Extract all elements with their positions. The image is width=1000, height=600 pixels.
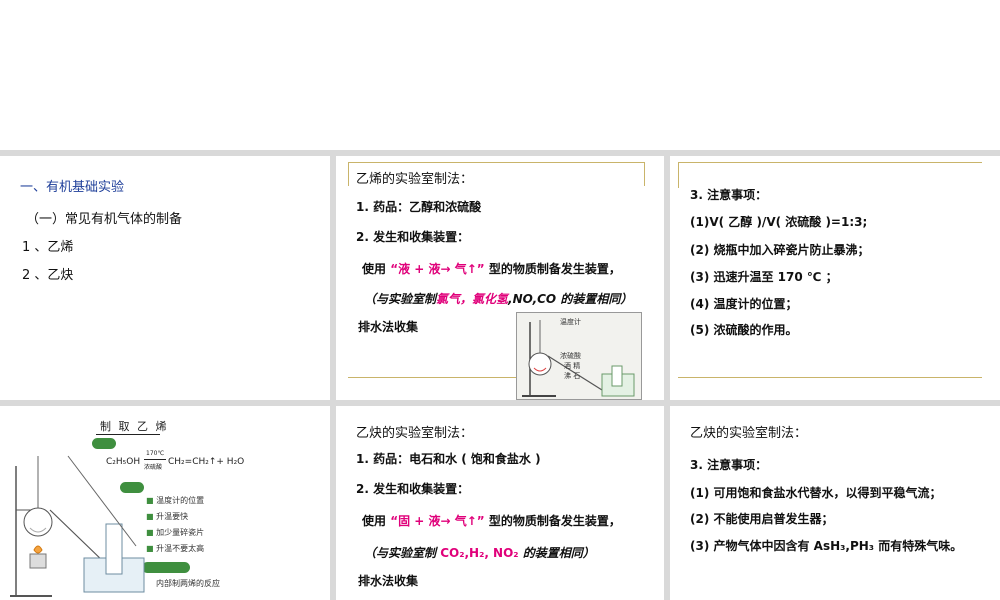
slide1-item-ethylene: 1 、乙烯 (22, 240, 74, 255)
slide4-title-underline (96, 434, 160, 435)
slide6-line2: (1) 可用饱和食盐水代替水，以得到平稳气流； (690, 486, 942, 500)
slide3-title: 3. 注意事项： (690, 188, 768, 202)
label-acid: 浓硫酸 (560, 351, 581, 360)
slide4-note-4: ■ 升温不要太高 (146, 544, 205, 553)
ethylene-setup-drawing (10, 455, 145, 597)
slide5-line3: 使用 “固 + 液→ 气↑” 型的物质制备发生装置， (362, 512, 621, 529)
label-alcohol: 酒 精 (564, 361, 580, 370)
collection-tube (611, 365, 623, 387)
slide2-title: 乙烯的实验室制法： (356, 172, 474, 187)
slide4-note-1-text: 温度计的位置 (156, 496, 205, 505)
slide5-line4: （与实验室制 CO₂,H₂, NO₂ 的装置相同） (364, 544, 595, 561)
slide2-line4-prefix: （与实验室制 (364, 292, 437, 306)
slide5-line3-prefix: 使用 (362, 514, 387, 528)
slide6-line1: 3. 注意事项： (690, 458, 768, 472)
slide2-top-rule (348, 162, 644, 163)
slide6-line3: (2) 不能使用启普发生器； (690, 512, 834, 526)
slide4-green-tag-3 (142, 562, 190, 573)
ethylene-apparatus-figure: 温度计 浓硫酸 酒 精 沸 石 (516, 312, 642, 400)
slide4-reaction-right: CH₂=CH₂↑+ H₂O (168, 457, 245, 467)
slide1-heading: 一、有机基础实验 (20, 180, 125, 195)
slide3-bottom-rule (678, 377, 982, 378)
slide2-line4: （与实验室制氯气，氯化氢,NO,CO 的装置相同） (364, 290, 632, 307)
slide3-item-4: (4) 温度计的位置； (690, 297, 798, 311)
slide2-bottom-rule (348, 377, 516, 378)
slide2-left-tick (348, 162, 349, 186)
flask (528, 352, 552, 376)
slide5-line2: 2. 发生和收集装置： (356, 482, 470, 496)
slide3-item-1: (1)V( 乙醇 )/V( 浓硫酸 )=1:3; (690, 215, 868, 229)
slide3-item-3: (3) 迅速升温至 170 ℃ ； (690, 270, 838, 284)
slide2-line3-prefix: 使用 (362, 262, 387, 276)
slide5-line3-red: “固 + 液→ 气↑” (390, 514, 485, 528)
slide5-line5: 排水法收集 (358, 574, 419, 588)
slide4-bottom-note: 内部制两烯的反应 (156, 579, 220, 588)
slide2-right-tick (644, 162, 645, 186)
slide6-title: 乙炔的实验室制法： (690, 426, 808, 441)
slide2-line3: 使用 “液 + 液→ 气↑” 型的物质制备发生装置， (362, 260, 621, 277)
slide5-line4-red: CO₂,H₂, NO₂ (440, 546, 519, 560)
slide1-subheading: （一）常见有机气体的制备 (26, 212, 183, 227)
slide4-note-1: ■ 温度计的位置 (146, 496, 205, 505)
slide4-note-2-text: 升温要快 (156, 512, 189, 521)
slide-thumbnail-1[interactable]: 一、有机基础实验 （一）常见有机气体的制备 1 、乙烯 2 、乙炔 (0, 156, 330, 400)
slide-thumbnail-5[interactable]: 乙炔的实验室制法： 1. 药品：电石和水 ( 饱和食盐水 ) 2. 发生和收集装… (336, 406, 664, 600)
slide3-top-rule (678, 162, 982, 163)
slide4-note-3-text: 加少量碎瓷片 (156, 528, 205, 537)
slide-thumbnail-3[interactable]: 3. 注意事项： (1)V( 乙醇 )/V( 浓硫酸 )=1:3; (2) 烧瓶… (670, 156, 1000, 400)
slide5-line1: 1. 药品：电石和水 ( 饱和食盐水 ) (356, 452, 541, 466)
slide3-left-tick (678, 162, 679, 188)
slide-thumbnail-6[interactable]: 乙炔的实验室制法： 3. 注意事项： (1) 可用饱和食盐水代替水，以得到平稳气… (670, 406, 1000, 600)
slide6-line4: (3) 产物气体中因含有 AsH₃,PH₃ 而有特殊气味。 (690, 539, 963, 553)
slide-thumbnail-4[interactable]: 制 取 乙 烯 C₂H₅OH 170℃ 浓硫酸 CH₂=CH₂↑+ H₂O ■ … (0, 406, 330, 600)
slide1-item-acetylene: 2 、乙炔 (22, 268, 74, 283)
slide2-line1: 1. 药品：乙醇和浓硫酸 (356, 200, 482, 214)
slide-thumbnail-2[interactable]: 乙烯的实验室制法： 1. 药品：乙醇和浓硫酸 2. 发生和收集装置： 使用 “液… (336, 156, 664, 400)
slide2-line2: 2. 发生和收集装置： (356, 230, 470, 244)
slide5-line4-prefix: （与实验室制 (364, 546, 437, 560)
slide2-line4-suffix: ,NO,CO 的装置相同） (508, 292, 633, 306)
slide3-item-5: (5) 浓硫酸的作用。 (690, 323, 798, 337)
slide2-line5: 排水法收集 (358, 320, 419, 334)
slide5-line3-suffix: 型的物质制备发生装置， (488, 514, 621, 528)
slide3-item-2: (2) 烧瓶中加入碎瓷片防止暴沸； (690, 243, 870, 257)
slide4-note-4-text: 升温不要太高 (156, 544, 205, 553)
slide2-line4-red: 氯气，氯化氢 (436, 292, 509, 306)
label-stone: 沸 石 (564, 371, 580, 380)
slide4-note-3: ■ 加少量碎瓷片 (146, 528, 205, 537)
slide4-condition-top: 170℃ (146, 450, 165, 457)
label-thermometer: 温度计 (560, 317, 581, 326)
slide5-line4-suffix: 的装置相同） (522, 546, 595, 560)
slide4-figure-title: 制 取 乙 烯 (100, 420, 169, 433)
slide2-line3-suffix: 型的物质制备发生装置， (488, 262, 621, 276)
slide2-line3-red: “液 + 液→ 气↑” (390, 262, 485, 276)
slide4-note-2: ■ 升温要快 (146, 512, 189, 521)
slide5-title: 乙炔的实验室制法： (356, 426, 474, 441)
